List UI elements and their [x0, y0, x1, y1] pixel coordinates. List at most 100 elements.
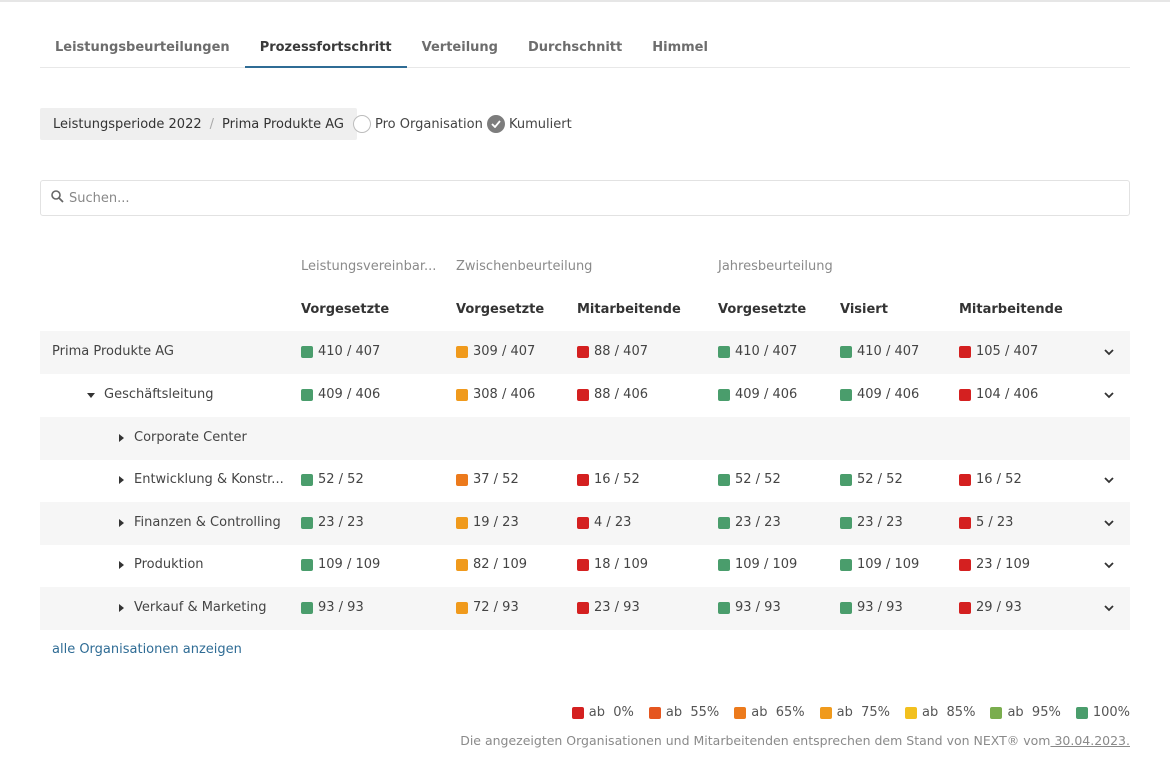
progress-value: 104 / 406 — [976, 387, 1039, 402]
search-input[interactable] — [69, 190, 1069, 206]
chevron-down-icon[interactable] — [1102, 472, 1116, 488]
progress-cell: 52 / 52 — [301, 472, 364, 487]
legend-label: ab 95% — [1007, 705, 1061, 720]
group-header-jahresbeurteilung: Jahresbeurteilung — [718, 259, 833, 274]
footer-date[interactable]: 30.04.2023. — [1050, 733, 1130, 748]
caret-right-icon[interactable] — [116, 600, 126, 616]
status-dot-icon — [301, 388, 313, 401]
radio-unchecked-icon — [353, 115, 371, 133]
tab-verteilung[interactable]: Verteilung — [407, 30, 513, 68]
table-row[interactable]: Produktion 109 / 109 82 / 109 18 / 109 109 /… — [40, 544, 1130, 587]
progress-value: 309 / 407 — [473, 344, 536, 359]
status-dot-icon — [456, 473, 468, 486]
legend-item: ab 75% — [819, 705, 891, 720]
progress-value: 52 / 52 — [735, 472, 781, 487]
chevron-down-icon[interactable] — [1102, 600, 1116, 616]
chevron-down-icon[interactable] — [1102, 515, 1116, 531]
chevron-down-icon[interactable] — [1102, 557, 1116, 573]
progress-cell: 72 / 93 — [456, 600, 519, 615]
caret-right-icon[interactable] — [116, 515, 126, 531]
status-dot-icon — [840, 601, 852, 614]
caret-right-icon[interactable] — [116, 472, 126, 488]
status-dot-icon — [456, 516, 468, 529]
status-dot-icon — [718, 601, 730, 614]
radio-label: Pro Organisation — [375, 116, 483, 132]
progress-cell: 104 / 406 — [959, 387, 1038, 402]
progress-cell: 109 / 109 — [840, 557, 919, 572]
progress-cell: 409 / 406 — [840, 387, 919, 402]
table-row[interactable]: Prima Produkte AG 410 / 407 309 / 407 88 / … — [40, 331, 1130, 374]
caret-right-icon[interactable] — [116, 430, 126, 446]
progress-value: 88 / 407 — [594, 344, 648, 359]
progress-value: 109 / 109 — [318, 557, 381, 572]
breadcrumb-separator: / — [209, 116, 215, 132]
legend-item: ab 55% — [648, 705, 720, 720]
status-dot-icon — [577, 345, 589, 358]
legend-swatch-icon — [905, 706, 918, 719]
legend-item: ab 0% — [571, 705, 634, 720]
tab-himmel[interactable]: Himmel — [637, 30, 723, 68]
status-dot-icon — [301, 558, 313, 571]
progress-cell: 88 / 406 — [577, 387, 648, 402]
status-dot-icon — [577, 601, 589, 614]
caret-down-icon[interactable] — [86, 387, 96, 403]
progress-value: 16 / 52 — [594, 472, 640, 487]
status-dot-icon — [456, 388, 468, 401]
tab-leistungsbeurteilungen[interactable]: Leistungsbeurteilungen — [40, 30, 245, 68]
status-dot-icon — [718, 516, 730, 529]
caret-right-icon[interactable] — [116, 557, 126, 573]
tab-prozessfortschritt[interactable]: Prozessfortschritt — [244, 30, 407, 68]
progress-cell: 409 / 406 — [301, 387, 380, 402]
table-row[interactable]: Entwicklung & Konstr... 52 / 52 37 / 52 16 … — [40, 459, 1130, 502]
progress-value: 23 / 23 — [857, 515, 903, 530]
legend-swatch-icon — [819, 706, 832, 719]
status-dot-icon — [456, 601, 468, 614]
tab-durchschnitt[interactable]: Durchschnitt — [513, 30, 637, 68]
legend-label: ab 85% — [922, 705, 976, 720]
table-row[interactable]: Finanzen & Controlling 23 / 23 19 / 23 4 / … — [40, 502, 1130, 545]
status-dot-icon — [840, 345, 852, 358]
progress-value: 409 / 406 — [318, 387, 381, 402]
footer-text: Die angezeigten Organisationen und Mitar… — [460, 733, 1051, 748]
progress-value: 105 / 407 — [976, 344, 1039, 359]
table-row[interactable]: Corporate Center — [40, 417, 1130, 460]
search-box — [40, 180, 1130, 216]
legend-swatch-icon — [648, 706, 661, 719]
progress-cell: 109 / 109 — [301, 557, 380, 572]
radio-pro-organisation[interactable]: Pro Organisation — [353, 114, 483, 134]
progress-cell: 19 / 23 — [456, 515, 519, 530]
radio-kumuliert[interactable]: Kumuliert — [487, 114, 572, 134]
progress-value: 4 / 23 — [594, 515, 632, 530]
legend-label: ab 55% — [665, 705, 720, 720]
legend-swatch-icon — [990, 706, 1003, 719]
progress-value: 410 / 407 — [735, 344, 798, 359]
column-header: Mitarbeitende — [577, 302, 681, 317]
progress-cell: 23 / 23 — [718, 515, 781, 530]
status-dot-icon — [959, 558, 971, 571]
progress-cell: 52 / 52 — [718, 472, 781, 487]
progress-cell: 309 / 407 — [456, 344, 535, 359]
chevron-down-icon[interactable] — [1102, 387, 1116, 403]
progress-value: 410 / 407 — [857, 344, 920, 359]
org-name: Entwicklung & Konstr... — [134, 472, 284, 487]
status-dot-icon — [959, 473, 971, 486]
legend-swatch-icon — [1075, 706, 1088, 719]
breadcrumb[interactable]: Leistungsperiode 2022 / Prima Produkte A… — [40, 108, 357, 140]
status-dot-icon — [577, 516, 589, 529]
status-dot-icon — [718, 473, 730, 486]
progress-cell: 29 / 93 — [959, 600, 1022, 615]
progress-cell: 105 / 407 — [959, 344, 1038, 359]
legend-label: ab 75% — [836, 705, 891, 720]
show-all-organisations-link[interactable]: alle Organisationen anzeigen — [52, 642, 242, 657]
status-dot-icon — [456, 558, 468, 571]
table-row[interactable]: Geschäftsleitung 409 / 406 308 / 406 88 / 4… — [40, 374, 1130, 417]
column-header: Vorgesetzte — [456, 302, 545, 317]
progress-cell: 88 / 407 — [577, 344, 648, 359]
progress-cell: 93 / 93 — [301, 600, 364, 615]
progress-cell: 37 / 52 — [456, 472, 519, 487]
chevron-down-icon[interactable] — [1102, 344, 1116, 360]
table-row[interactable]: Verkauf & Marketing 93 / 93 72 / 93 23 / 93… — [40, 587, 1130, 630]
progress-cell: 82 / 109 — [456, 557, 527, 572]
status-dot-icon — [718, 558, 730, 571]
progress-cell: 52 / 52 — [840, 472, 903, 487]
